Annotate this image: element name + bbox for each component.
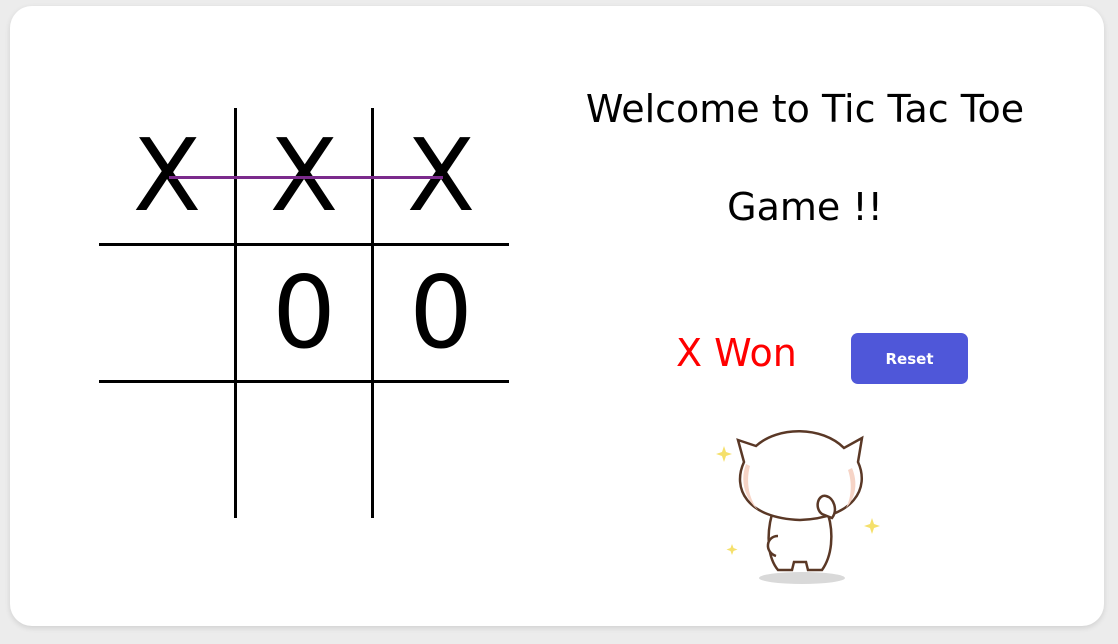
grid-line-horizontal-1 bbox=[99, 243, 509, 246]
game-status: X Won bbox=[676, 331, 797, 375]
board-cell-4[interactable] bbox=[99, 245, 235, 381]
grid-line-horizontal-2 bbox=[99, 380, 509, 383]
board-cell-5[interactable]: 0 bbox=[236, 245, 372, 381]
game-title: Welcome to Tic Tac Toe Game !! bbox=[585, 87, 1025, 229]
board-cell-7[interactable] bbox=[99, 382, 235, 518]
board-cell-9[interactable] bbox=[373, 382, 509, 518]
winning-strike-line bbox=[169, 176, 443, 179]
board-cell-6[interactable]: 0 bbox=[373, 245, 509, 381]
grid-line-vertical-1 bbox=[234, 108, 237, 518]
sparkle-icon bbox=[726, 544, 738, 555]
board-cell-8[interactable] bbox=[236, 382, 372, 518]
game-card: X X X 0 0 Welcome to Tic Tac Toe Game !!… bbox=[10, 6, 1104, 626]
reset-button[interactable]: Reset bbox=[851, 333, 968, 384]
cat-icon bbox=[716, 430, 880, 584]
game-board: X X X 0 0 bbox=[99, 108, 509, 518]
sparkle-icon bbox=[716, 446, 732, 462]
sparkle-icon bbox=[864, 518, 880, 534]
grid-line-vertical-2 bbox=[371, 108, 374, 518]
